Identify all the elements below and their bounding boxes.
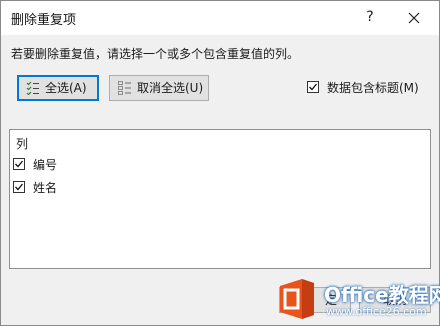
checkmark-icon	[309, 83, 318, 91]
watermark-title: Office教程网	[324, 283, 440, 307]
unchecked-list-icon	[118, 81, 131, 95]
column-list-header: 列	[16, 137, 29, 151]
help-button[interactable]: ?	[361, 7, 379, 27]
unselect-all-label: 取消全选(U)	[137, 81, 204, 95]
checklist-icon	[26, 81, 39, 95]
header-checkbox-label[interactable]: 数据包含标题(M)	[327, 79, 419, 96]
column-2-checkbox[interactable]	[13, 181, 25, 193]
select-all-button[interactable]: 全选(A)	[17, 75, 99, 101]
dialog-title: 删除重复项	[11, 13, 77, 28]
close-icon	[408, 12, 420, 24]
column-list: 列 编号 姓名	[9, 129, 431, 269]
select-all-label: 全选(A)	[45, 81, 87, 95]
title-bar: 删除重复项 ?	[1, 1, 439, 35]
checkmark-icon	[15, 183, 24, 191]
column-2-label: 姓名	[33, 181, 58, 195]
list-item-column-2[interactable]: 姓名	[13, 177, 213, 197]
column-1-label: 编号	[33, 158, 58, 172]
checkmark-icon	[15, 160, 24, 168]
column-1-checkbox[interactable]	[13, 158, 25, 170]
list-item-column-1[interactable]: 编号	[13, 154, 213, 174]
header-checkbox[interactable]	[307, 81, 319, 93]
watermark: Office教程网 www.office26.com	[274, 276, 440, 322]
instruction-text: 若要删除重复值，请选择一个或多个包含重复值的列。	[11, 47, 300, 61]
watermark-url: www.office26.com	[326, 305, 427, 318]
unselect-all-button[interactable]: 取消全选(U)	[109, 75, 209, 101]
office-logo-icon	[280, 279, 314, 319]
close-button[interactable]	[403, 7, 425, 29]
